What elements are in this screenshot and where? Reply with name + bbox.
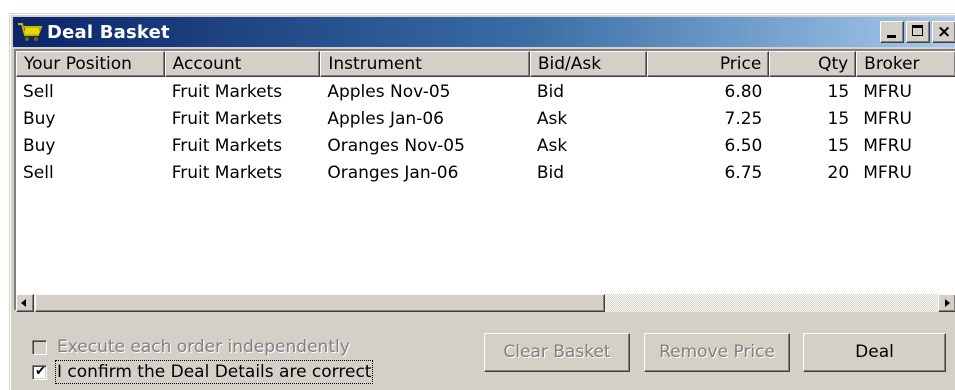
- cell-account: Fruit Markets: [171, 163, 283, 183]
- arrow-left-icon: [21, 299, 26, 307]
- execute-independently-checkbox[interactable]: [32, 339, 47, 355]
- cell-position: Sell: [23, 82, 54, 102]
- window-controls: ×: [880, 21, 955, 43]
- cell-instrument: Apples Jan-06: [327, 109, 444, 129]
- cell-position: Buy: [23, 136, 56, 156]
- cell-price: 6.50: [724, 136, 763, 156]
- cell-broker: MFRU: [863, 163, 912, 183]
- deal-button[interactable]: Deal: [803, 333, 946, 372]
- close-button[interactable]: ×: [932, 21, 955, 43]
- column-header-your-position[interactable]: Your Position: [16, 51, 165, 77]
- cell-position: Sell: [23, 163, 54, 183]
- list-rows: Sell Fruit Markets Apples Nov-05 Bid 6.8…: [16, 79, 955, 187]
- column-header-qty[interactable]: Qty: [769, 51, 857, 77]
- horizontal-scrollbar[interactable]: [16, 294, 955, 312]
- column-header-instrument[interactable]: Instrument: [320, 51, 530, 77]
- confirm-details-checkbox[interactable]: ✔: [32, 363, 47, 380]
- cell-price: 7.25: [724, 109, 763, 129]
- scroll-left-button[interactable]: [16, 294, 34, 312]
- cell-bid-ask: Ask: [536, 109, 568, 129]
- cell-bid-ask: Bid: [536, 82, 565, 102]
- cell-position: Buy: [23, 109, 56, 129]
- cell-broker: MFRU: [863, 109, 912, 129]
- confirm-details-option: ✔ I confirm the Deal Details are correct: [32, 360, 374, 384]
- arrow-right-icon: [945, 299, 950, 307]
- deal-list[interactable]: Your Position Account Instrument Bid/Ask…: [14, 49, 955, 312]
- cell-bid-ask: Bid: [536, 163, 565, 183]
- window-title: Deal Basket: [47, 21, 170, 43]
- cell-price: 6.75: [724, 163, 763, 183]
- table-row[interactable]: Sell Fruit Markets Apples Nov-05 Bid 6.8…: [16, 79, 955, 106]
- cell-price: 6.80: [724, 82, 763, 102]
- close-icon: ×: [937, 22, 952, 42]
- scroll-thumb[interactable]: [35, 294, 605, 312]
- cell-qty: 15: [827, 109, 850, 129]
- maximize-button[interactable]: [906, 21, 930, 43]
- cell-broker: MFRU: [863, 136, 912, 156]
- deal-basket-window: Deal Basket × Your Position Account Inst…: [9, 13, 955, 390]
- checkmark-icon: ✔: [35, 363, 46, 379]
- cell-instrument: Oranges Jan-06: [327, 163, 459, 183]
- column-header-account[interactable]: Account: [164, 51, 321, 77]
- cell-account: Fruit Markets: [171, 109, 283, 129]
- cell-bid-ask: Ask: [536, 136, 568, 156]
- title-bar[interactable]: Deal Basket ×: [13, 17, 955, 47]
- cell-account: Fruit Markets: [171, 136, 283, 156]
- minimize-icon: [887, 35, 896, 38]
- minimize-button[interactable]: [880, 21, 904, 43]
- column-header-bid-ask[interactable]: Bid/Ask: [529, 51, 647, 77]
- table-row[interactable]: Sell Fruit Markets Oranges Jan-06 Bid 6.…: [16, 160, 955, 187]
- scroll-right-button[interactable]: [938, 294, 955, 312]
- clear-basket-button[interactable]: Clear Basket: [484, 333, 630, 372]
- table-row[interactable]: Buy Fruit Markets Apples Jan-06 Ask 7.25…: [16, 106, 955, 133]
- cell-account: Fruit Markets: [171, 82, 283, 102]
- confirm-details-label[interactable]: I confirm the Deal Details are correct: [54, 360, 374, 384]
- maximize-icon: [912, 25, 923, 36]
- remove-price-button[interactable]: Remove Price: [644, 333, 790, 372]
- table-row[interactable]: Buy Fruit Markets Oranges Nov-05 Ask 6.5…: [16, 133, 955, 160]
- cell-qty: 20: [827, 163, 850, 183]
- cell-qty: 15: [827, 136, 850, 156]
- cell-instrument: Oranges Nov-05: [327, 136, 465, 156]
- column-header-price[interactable]: Price: [646, 51, 770, 77]
- execute-independently-option: Execute each order independently: [32, 335, 350, 359]
- cell-broker: MFRU: [863, 82, 912, 102]
- column-header-broker[interactable]: Broker: [856, 51, 955, 77]
- cell-qty: 15: [827, 82, 850, 102]
- list-header: Your Position Account Instrument Bid/Ask…: [16, 51, 955, 77]
- shopping-cart-icon: [18, 23, 43, 41]
- execute-independently-label: Execute each order independently: [57, 337, 350, 357]
- cell-instrument: Apples Nov-05: [327, 82, 451, 102]
